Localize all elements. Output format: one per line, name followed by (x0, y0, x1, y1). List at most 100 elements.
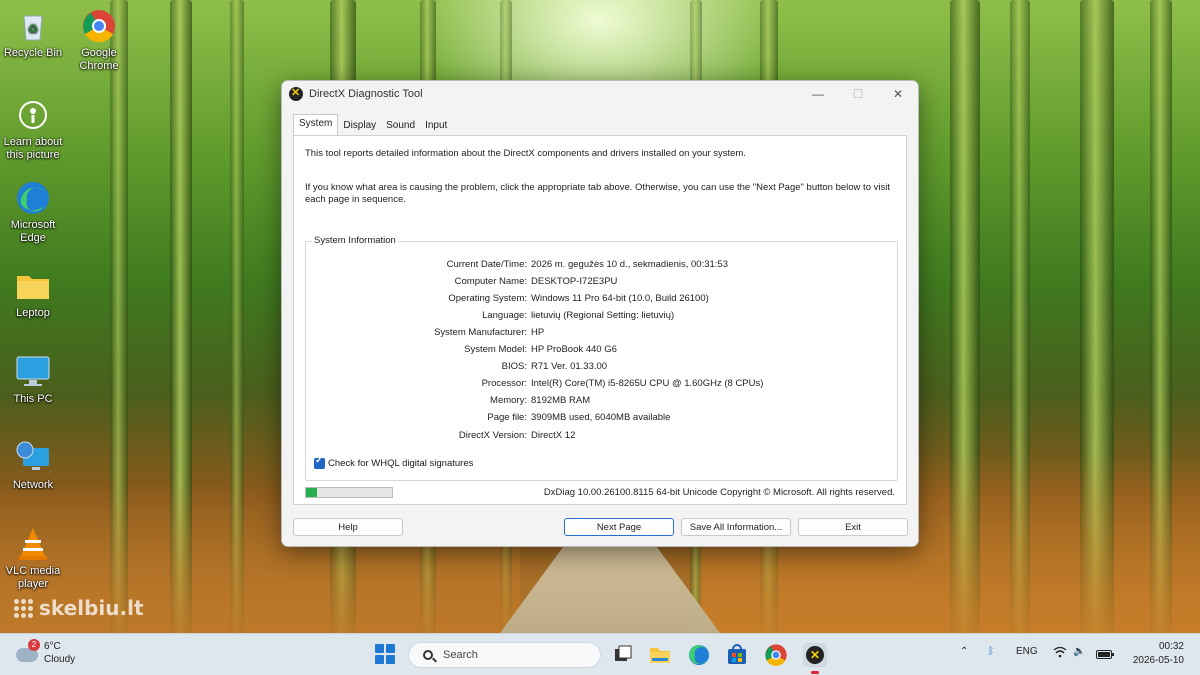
group-title: System Information (312, 235, 398, 246)
close-icon[interactable]: ✕ (878, 81, 918, 107)
desktop-icon-label: Network (12, 479, 54, 491)
search-icon (423, 650, 433, 660)
learn-about-picture-icon (15, 97, 51, 133)
tab-input[interactable]: Input (420, 116, 452, 135)
info-row: System Manufacturer: HP (306, 327, 899, 341)
whql-label: Check for WHQL digital signatures (328, 458, 474, 469)
save-all-information-button[interactable]: Save All Information... (681, 518, 791, 536)
vlc-icon (15, 526, 51, 562)
weather-widget[interactable]: 2 6°C Cloudy (16, 639, 76, 666)
info-value: HP (531, 327, 545, 338)
desktop-icon-edge[interactable]: Microsoft Edge (0, 180, 66, 245)
version-copyright: DxDiag 10.00.26100.8115 64-bit Unicode C… (543, 487, 895, 498)
desktop-icon-label: VLC media player (5, 565, 61, 590)
info-value: R71 Ver. 01.33.00 (531, 361, 608, 372)
folder-icon (15, 268, 51, 304)
tab-system[interactable]: System (293, 114, 339, 135)
info-value: HP ProBook 440 G6 (531, 344, 617, 355)
desktop-icon-learn-about-picture[interactable]: Learn about this picture (0, 97, 66, 162)
system-tab-panel: This tool reports detailed information a… (293, 135, 907, 505)
info-row: Operating System: Windows 11 Pro 64-bit (… (306, 293, 899, 307)
info-value: 3909MB used, 6040MB available (531, 412, 671, 423)
desktop-icon-chrome[interactable]: Google Chrome (66, 8, 132, 73)
this-pc-icon (15, 354, 51, 390)
chrome-icon[interactable] (764, 643, 788, 667)
info-key: Language: (482, 310, 527, 321)
info-row: Computer Name: DESKTOP-I72E3PU (306, 276, 899, 290)
desktop-icon-label: Leptop (16, 307, 50, 319)
info-key: Computer Name: (454, 276, 527, 287)
info-key: Current Date/Time: (446, 259, 527, 270)
taskbar-search[interactable]: Search (408, 642, 601, 668)
help-button[interactable]: Help (293, 518, 403, 536)
clock-time: 00:32 (1158, 641, 1184, 652)
wifi-icon[interactable] (1053, 646, 1067, 661)
maximize-icon: ☐ (852, 87, 864, 101)
recycle-bin-icon: ♻ (15, 8, 51, 44)
start-button[interactable] (375, 644, 395, 664)
instructions-text: If you know what area is causing the pro… (305, 182, 890, 205)
chevron-up-icon[interactable]: ⌃ (960, 646, 968, 657)
desktop-icon-label: This PC (13, 393, 53, 405)
bluetooth-icon[interactable]: ᛒ (988, 646, 994, 657)
edge-icon[interactable] (687, 643, 711, 667)
progress-bar (305, 487, 393, 498)
tab-sound[interactable]: Sound (381, 116, 420, 135)
dxdiag-icon[interactable]: ✕ (803, 643, 827, 674)
info-key: Operating System: (448, 293, 527, 304)
info-value: DirectX 12 (531, 430, 576, 441)
info-key: Page file: (487, 412, 527, 423)
desktop-icon-recycle-bin[interactable]: ♻ Recycle Bin (0, 8, 66, 60)
info-key: System Manufacturer: (434, 327, 527, 338)
system-information-group: System Information Current Date/Time: 202… (305, 235, 899, 481)
volume-icon[interactable]: 🔈 (1073, 646, 1085, 657)
watermark-text: skelbiu.lt (39, 596, 144, 620)
progress-bar-fill (306, 488, 318, 497)
svg-text:✕: ✕ (810, 648, 820, 662)
info-value: 8192MB RAM (531, 395, 591, 406)
next-page-button[interactable]: Next Page (564, 518, 674, 536)
desktop-icon-vlc[interactable]: VLC media player (0, 526, 66, 591)
chrome-icon (81, 8, 117, 44)
watermark-logo: skelbiu.lt (14, 596, 144, 620)
battery-icon[interactable] (1096, 650, 1114, 662)
weather-temperature: 6°C (44, 641, 61, 652)
svg-text:♻: ♻ (28, 22, 39, 36)
store-icon[interactable] (725, 643, 749, 667)
language-indicator[interactable]: ENG (1016, 646, 1038, 657)
info-value: DESKTOP-I72E3PU (531, 276, 618, 287)
minimize-icon[interactable]: — (798, 81, 838, 107)
system-clock[interactable]: 00:32 2026-05-10 (1133, 640, 1184, 668)
info-row: BIOS: R71 Ver. 01.33.00 (306, 361, 899, 375)
notification-badge: 2 (28, 639, 40, 651)
desktop-icon-network[interactable]: Network (0, 440, 66, 492)
whql-checkbox-row[interactable]: Check for WHQL digital signatures (314, 455, 474, 469)
cloud-icon: 2 (16, 639, 40, 662)
info-row: System Model: HP ProBook 440 G6 (306, 344, 899, 358)
info-key: System Model: (464, 344, 527, 355)
whql-checkbox[interactable] (314, 455, 325, 469)
file-explorer-icon[interactable] (648, 643, 672, 667)
clock-date: 2026-05-10 (1132, 655, 1184, 666)
exit-button[interactable]: Exit (798, 518, 908, 536)
info-row: Page file: 3909MB used, 6040MB available (306, 412, 899, 426)
desktop-icon-label: Microsoft Edge (10, 219, 56, 244)
weather-description: Cloudy (44, 654, 76, 665)
search-label: Search (443, 649, 478, 661)
info-value: lietuvių (Regional Setting: lietuvių) (531, 310, 675, 321)
info-row: Current Date/Time: 2026 m. gegužės 10 d.,… (306, 259, 899, 273)
window-titlebar[interactable]: DirectX Diagnostic Tool — ☐ ✕ (282, 81, 918, 107)
desktop-icon-label: Recycle Bin (3, 47, 63, 59)
info-row: Processor: Intel(R) Core(TM) i5-8265U CPU… (306, 378, 899, 392)
dxdiag-window[interactable]: DirectX Diagnostic Tool — ☐ ✕ System Dis… (281, 80, 919, 547)
tab-bar: System Display Sound Input (293, 114, 452, 135)
tab-display[interactable]: Display (338, 116, 381, 135)
desktop-icon-folder-leptop[interactable]: Leptop (0, 268, 66, 320)
desktop-icon-this-pc[interactable]: This PC (0, 354, 66, 406)
info-key: DirectX Version: (458, 430, 527, 441)
info-key: Memory: (490, 395, 527, 406)
task-view-icon[interactable] (610, 643, 634, 667)
info-key: Processor: (481, 378, 527, 389)
info-row: Memory: 8192MB RAM (306, 395, 899, 409)
desktop-icon-label: Learn about this picture (3, 136, 63, 161)
